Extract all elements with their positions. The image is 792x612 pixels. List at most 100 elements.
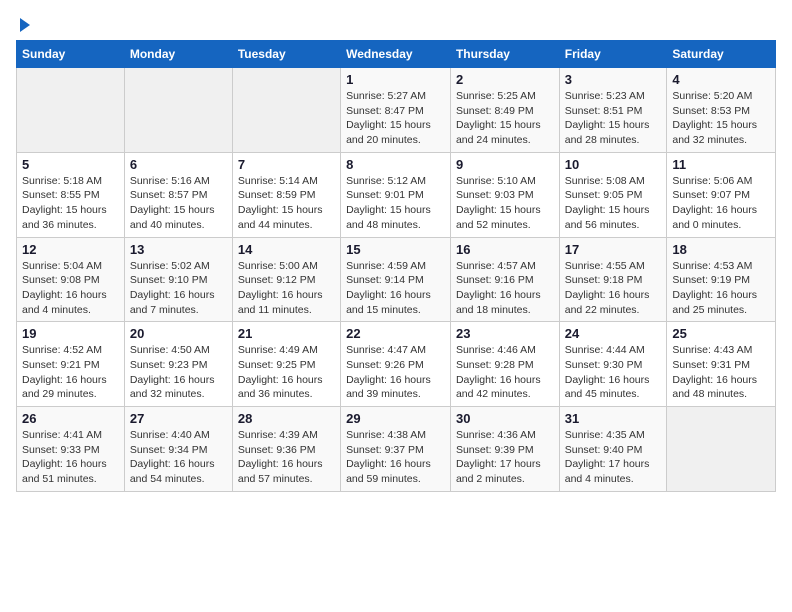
day-info: Sunrise: 4:52 AM Sunset: 9:21 PM Dayligh… xyxy=(22,343,119,402)
day-number: 7 xyxy=(238,157,335,172)
calendar-cell: 10 Sunrise: 5:08 AM Sunset: 9:05 PM Dayli… xyxy=(559,152,667,237)
day-number: 18 xyxy=(672,242,770,257)
day-number: 27 xyxy=(130,411,227,426)
day-info: Sunrise: 4:35 AM Sunset: 9:40 PM Dayligh… xyxy=(565,428,662,487)
day-info: Sunrise: 5:14 AM Sunset: 8:59 PM Dayligh… xyxy=(238,174,335,233)
day-info: Sunrise: 4:40 AM Sunset: 9:34 PM Dayligh… xyxy=(130,428,227,487)
day-info: Sunrise: 5:12 AM Sunset: 9:01 PM Dayligh… xyxy=(346,174,445,233)
day-number: 8 xyxy=(346,157,445,172)
calendar-cell: 14Sunrise: 5:00 AM Sunset: 9:12 PM Dayli… xyxy=(232,237,340,322)
calendar-cell: 16 Sunrise: 4:57 AM Sunset: 9:16 PM Dayli… xyxy=(450,237,559,322)
day-number: 3 xyxy=(565,72,662,87)
calendar-cell: 25 Sunrise: 4:43 AM Sunset: 9:31 PM Dayli… xyxy=(667,322,776,407)
calendar-cell: 5 Sunrise: 5:18 AM Sunset: 8:55 PM Daylig… xyxy=(17,152,125,237)
calendar-cell: 19 Sunrise: 4:52 AM Sunset: 9:21 PM Dayli… xyxy=(17,322,125,407)
calendar-cell: 6 Sunrise: 5:16 AM Sunset: 8:57 PM Daylig… xyxy=(124,152,232,237)
calendar-week-2: 5 Sunrise: 5:18 AM Sunset: 8:55 PM Daylig… xyxy=(17,152,776,237)
calendar-table: SundayMondayTuesdayWednesdayThursdayFrid… xyxy=(16,40,776,492)
day-number: 12 xyxy=(22,242,119,257)
weekday-header-tuesday: Tuesday xyxy=(232,41,340,68)
calendar-cell: 23Sunrise: 4:46 AM Sunset: 9:28 PM Dayli… xyxy=(450,322,559,407)
day-info: Sunrise: 4:57 AM Sunset: 9:16 PM Dayligh… xyxy=(456,259,554,318)
day-info: Sunrise: 5:08 AM Sunset: 9:05 PM Dayligh… xyxy=(565,174,662,233)
calendar-cell: 22Sunrise: 4:47 AM Sunset: 9:26 PM Dayli… xyxy=(341,322,451,407)
calendar-cell xyxy=(17,68,125,153)
calendar-cell: 3 Sunrise: 5:23 AM Sunset: 8:51 PM Daylig… xyxy=(559,68,667,153)
calendar-week-1: 1 Sunrise: 5:27 AM Sunset: 8:47 PM Daylig… xyxy=(17,68,776,153)
day-info: Sunrise: 5:27 AM Sunset: 8:47 PM Dayligh… xyxy=(346,89,445,148)
day-info: Sunrise: 5:23 AM Sunset: 8:51 PM Dayligh… xyxy=(565,89,662,148)
day-number: 5 xyxy=(22,157,119,172)
calendar-cell: 29 Sunrise: 4:38 AM Sunset: 9:37 PM Dayli… xyxy=(341,407,451,492)
calendar-cell: 31 Sunrise: 4:35 AM Sunset: 9:40 PM Dayli… xyxy=(559,407,667,492)
day-info: Sunrise: 4:53 AM Sunset: 9:19 PM Dayligh… xyxy=(672,259,770,318)
day-number: 4 xyxy=(672,72,770,87)
calendar-week-5: 26 Sunrise: 4:41 AM Sunset: 9:33 PM Dayli… xyxy=(17,407,776,492)
day-number: 22 xyxy=(346,326,445,341)
day-number: 24 xyxy=(565,326,662,341)
day-number: 14 xyxy=(238,242,335,257)
day-info: Sunrise: 4:38 AM Sunset: 9:37 PM Dayligh… xyxy=(346,428,445,487)
day-number: 2 xyxy=(456,72,554,87)
day-info: Sunrise: 5:10 AM Sunset: 9:03 PM Dayligh… xyxy=(456,174,554,233)
calendar-cell: 13Sunrise: 5:02 AM Sunset: 9:10 PM Dayli… xyxy=(124,237,232,322)
day-number: 26 xyxy=(22,411,119,426)
logo xyxy=(16,16,30,32)
calendar-cell: 30 Sunrise: 4:36 AM Sunset: 9:39 PM Dayli… xyxy=(450,407,559,492)
day-info: Sunrise: 4:49 AM Sunset: 9:25 PM Dayligh… xyxy=(238,343,335,402)
calendar-cell: 26 Sunrise: 4:41 AM Sunset: 9:33 PM Dayli… xyxy=(17,407,125,492)
calendar-cell: 28Sunrise: 4:39 AM Sunset: 9:36 PM Dayli… xyxy=(232,407,340,492)
day-number: 9 xyxy=(456,157,554,172)
day-number: 16 xyxy=(456,242,554,257)
day-info: Sunrise: 4:41 AM Sunset: 9:33 PM Dayligh… xyxy=(22,428,119,487)
calendar-cell: 21 Sunrise: 4:49 AM Sunset: 9:25 PM Dayli… xyxy=(232,322,340,407)
day-number: 1 xyxy=(346,72,445,87)
weekday-header-saturday: Saturday xyxy=(667,41,776,68)
day-info: Sunrise: 5:25 AM Sunset: 8:49 PM Dayligh… xyxy=(456,89,554,148)
day-info: Sunrise: 4:50 AM Sunset: 9:23 PM Dayligh… xyxy=(130,343,227,402)
day-info: Sunrise: 4:44 AM Sunset: 9:30 PM Dayligh… xyxy=(565,343,662,402)
calendar-cell: 12 Sunrise: 5:04 AM Sunset: 9:08 PM Dayli… xyxy=(17,237,125,322)
calendar-cell: 2 Sunrise: 5:25 AM Sunset: 8:49 PM Daylig… xyxy=(450,68,559,153)
day-info: Sunrise: 5:16 AM Sunset: 8:57 PM Dayligh… xyxy=(130,174,227,233)
day-info: Sunrise: 4:55 AM Sunset: 9:18 PM Dayligh… xyxy=(565,259,662,318)
weekday-header-wednesday: Wednesday xyxy=(341,41,451,68)
calendar-cell: 11Sunrise: 5:06 AM Sunset: 9:07 PM Dayli… xyxy=(667,152,776,237)
calendar-cell xyxy=(124,68,232,153)
calendar-cell xyxy=(232,68,340,153)
calendar-cell: 9 Sunrise: 5:10 AM Sunset: 9:03 PM Daylig… xyxy=(450,152,559,237)
day-number: 29 xyxy=(346,411,445,426)
calendar-cell: 1 Sunrise: 5:27 AM Sunset: 8:47 PM Daylig… xyxy=(341,68,451,153)
day-info: Sunrise: 5:20 AM Sunset: 8:53 PM Dayligh… xyxy=(672,89,770,148)
calendar-cell: 24 Sunrise: 4:44 AM Sunset: 9:30 PM Dayli… xyxy=(559,322,667,407)
day-number: 31 xyxy=(565,411,662,426)
calendar-cell: 18 Sunrise: 4:53 AM Sunset: 9:19 PM Dayli… xyxy=(667,237,776,322)
day-info: Sunrise: 4:43 AM Sunset: 9:31 PM Dayligh… xyxy=(672,343,770,402)
day-number: 30 xyxy=(456,411,554,426)
day-number: 10 xyxy=(565,157,662,172)
weekday-header-friday: Friday xyxy=(559,41,667,68)
calendar-cell: 7 Sunrise: 5:14 AM Sunset: 8:59 PM Daylig… xyxy=(232,152,340,237)
day-number: 19 xyxy=(22,326,119,341)
logo-arrow-icon xyxy=(20,18,30,32)
calendar-cell: 20Sunrise: 4:50 AM Sunset: 9:23 PM Dayli… xyxy=(124,322,232,407)
day-info: Sunrise: 5:02 AM Sunset: 9:10 PM Dayligh… xyxy=(130,259,227,318)
day-number: 6 xyxy=(130,157,227,172)
weekday-header-thursday: Thursday xyxy=(450,41,559,68)
weekday-header-sunday: Sunday xyxy=(17,41,125,68)
calendar-week-4: 19 Sunrise: 4:52 AM Sunset: 9:21 PM Dayli… xyxy=(17,322,776,407)
calendar-cell: 27 Sunrise: 4:40 AM Sunset: 9:34 PM Dayli… xyxy=(124,407,232,492)
calendar-cell: 8 Sunrise: 5:12 AM Sunset: 9:01 PM Daylig… xyxy=(341,152,451,237)
day-number: 15 xyxy=(346,242,445,257)
day-info: Sunrise: 5:04 AM Sunset: 9:08 PM Dayligh… xyxy=(22,259,119,318)
day-number: 21 xyxy=(238,326,335,341)
weekday-header-row: SundayMondayTuesdayWednesdayThursdayFrid… xyxy=(17,41,776,68)
day-number: 17 xyxy=(565,242,662,257)
calendar-cell: 15Sunrise: 4:59 AM Sunset: 9:14 PM Dayli… xyxy=(341,237,451,322)
calendar-week-3: 12 Sunrise: 5:04 AM Sunset: 9:08 PM Dayli… xyxy=(17,237,776,322)
day-number: 25 xyxy=(672,326,770,341)
calendar-cell xyxy=(667,407,776,492)
calendar-cell: 17 Sunrise: 4:55 AM Sunset: 9:18 PM Dayli… xyxy=(559,237,667,322)
day-info: Sunrise: 4:36 AM Sunset: 9:39 PM Dayligh… xyxy=(456,428,554,487)
day-info: Sunrise: 5:18 AM Sunset: 8:55 PM Dayligh… xyxy=(22,174,119,233)
